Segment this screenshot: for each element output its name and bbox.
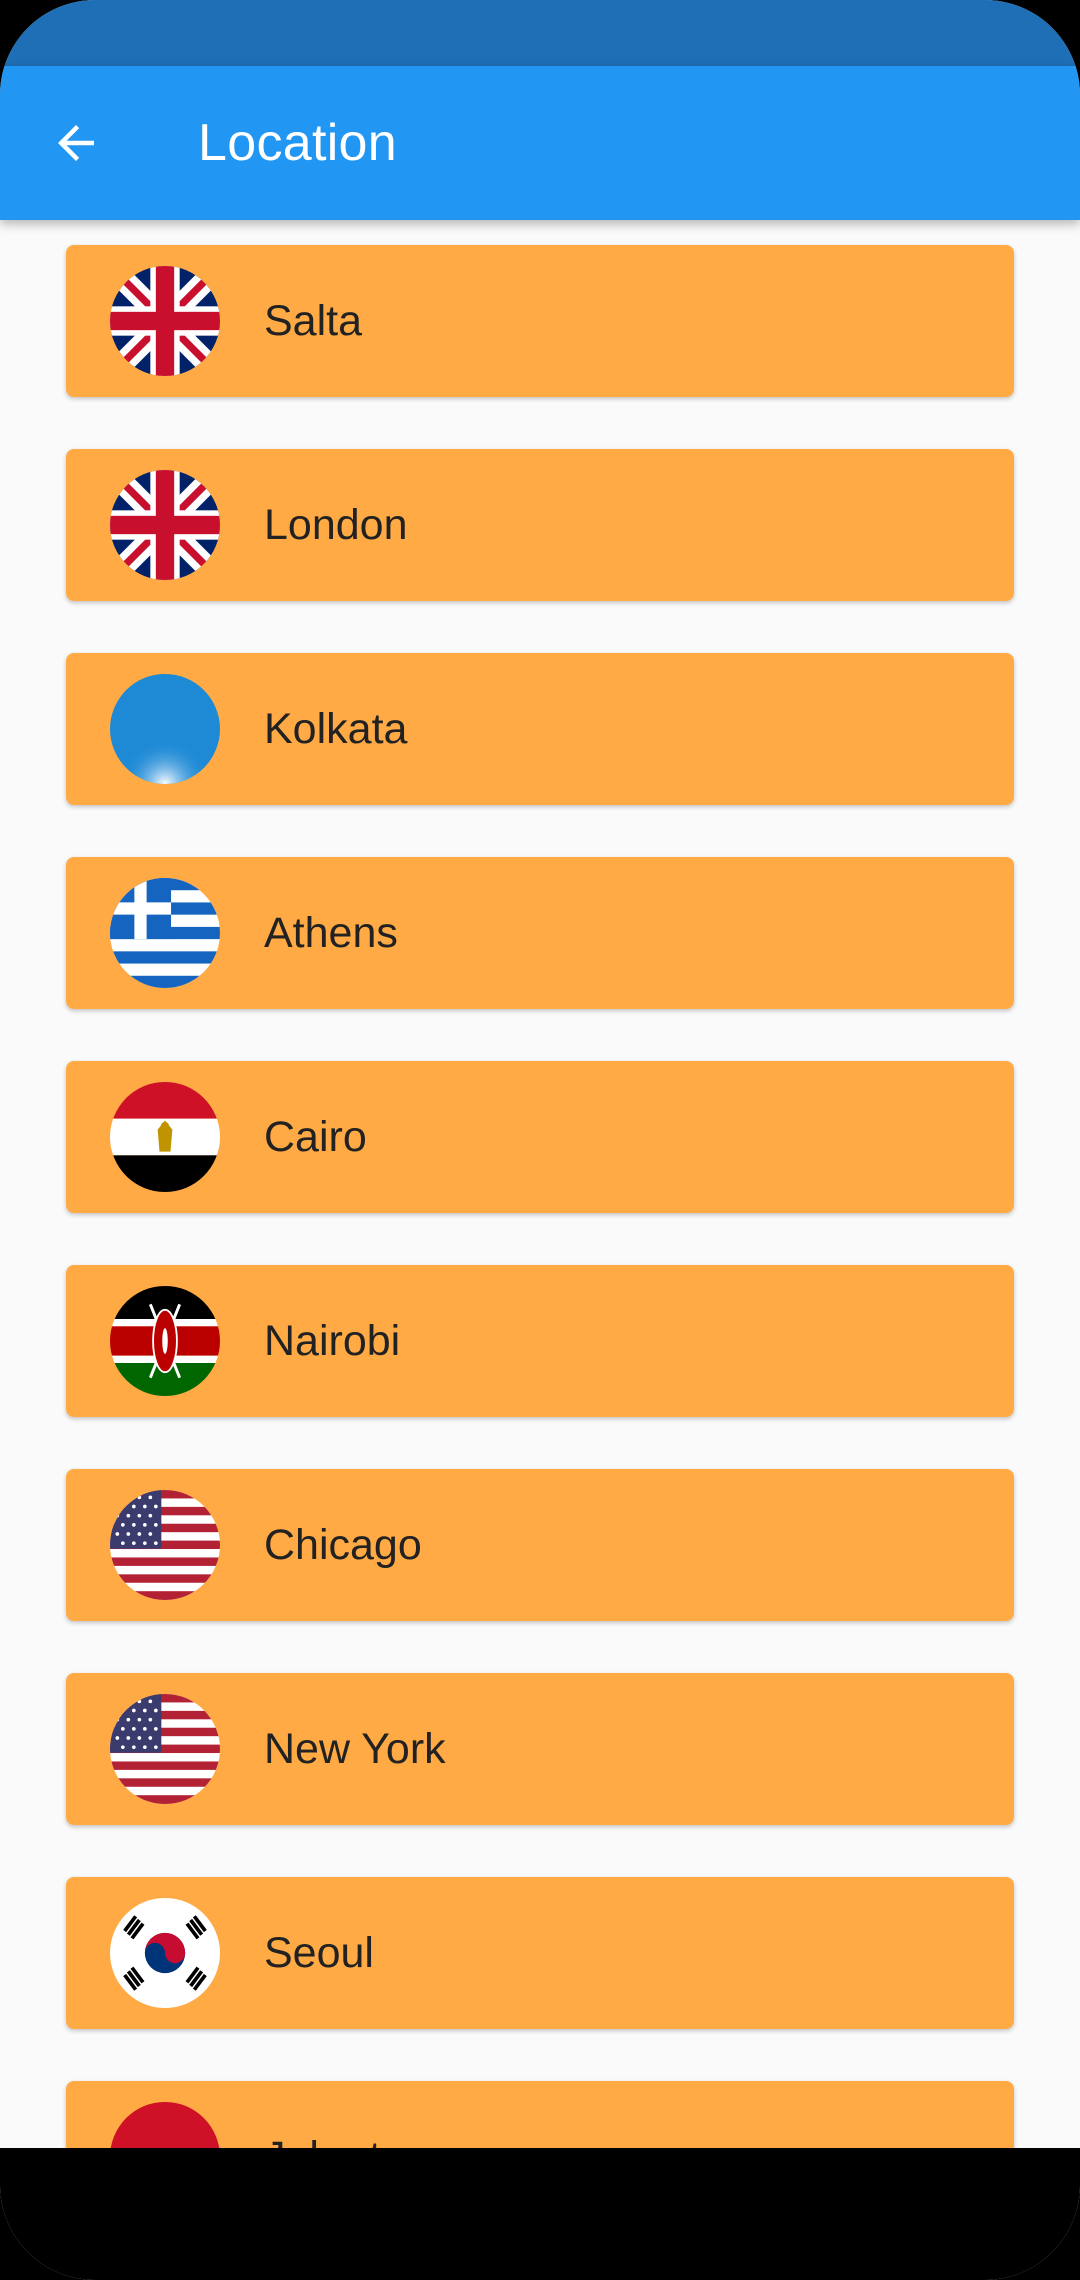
egypt-flag-icon bbox=[110, 1082, 220, 1192]
location-label: Salta bbox=[264, 297, 363, 345]
list-item-cairo[interactable]: Cairo bbox=[66, 1061, 1014, 1213]
uk-flag-icon bbox=[110, 266, 220, 376]
location-label: New York bbox=[264, 1725, 446, 1773]
south-korea-flag-icon bbox=[110, 1898, 220, 2008]
location-label: Cairo bbox=[264, 1113, 367, 1161]
navigation-bar bbox=[0, 2148, 1080, 2280]
list-item-chicago[interactable]: Chicago bbox=[66, 1469, 1014, 1621]
location-label: London bbox=[264, 501, 408, 549]
uk-flag-icon bbox=[110, 470, 220, 580]
location-label: Kolkata bbox=[264, 705, 408, 753]
location-label: Chicago bbox=[264, 1521, 422, 1569]
usa-flag-icon bbox=[110, 1490, 220, 1600]
list-item-london[interactable]: London bbox=[66, 449, 1014, 601]
location-label: Athens bbox=[264, 909, 398, 957]
list-item-kolkata[interactable]: Kolkata bbox=[66, 653, 1014, 805]
indonesia-flag-icon bbox=[110, 2102, 220, 2148]
greece-flag-icon bbox=[110, 878, 220, 988]
arrow-left-icon bbox=[58, 125, 94, 161]
list-item-nairobi[interactable]: Nairobi bbox=[66, 1265, 1014, 1417]
location-label: Seoul bbox=[264, 1929, 374, 1977]
phone-screen: Location Salta London Kolkata Athens Cai… bbox=[0, 0, 1080, 2280]
list-item-jakarta[interactable]: Jakarta bbox=[66, 2081, 1014, 2148]
kenya-flag-icon bbox=[110, 1286, 220, 1396]
location-label: Nairobi bbox=[264, 1317, 401, 1365]
usa-flag-icon bbox=[110, 1694, 220, 1804]
location-label: Jakarta bbox=[264, 2081, 405, 2148]
list-item-new-york[interactable]: New York bbox=[66, 1673, 1014, 1825]
page-title: Location bbox=[198, 114, 397, 172]
blue-flag-icon bbox=[110, 674, 220, 784]
location-list[interactable]: Salta London Kolkata Athens Cairo Nairob… bbox=[0, 220, 1080, 2148]
list-item-athens[interactable]: Athens bbox=[66, 857, 1014, 1009]
status-bar bbox=[0, 0, 1080, 66]
app-bar: Location bbox=[0, 66, 1080, 220]
list-item-salta[interactable]: Salta bbox=[66, 245, 1014, 397]
list-item-seoul[interactable]: Seoul bbox=[66, 1877, 1014, 2029]
back-button[interactable] bbox=[28, 103, 124, 183]
